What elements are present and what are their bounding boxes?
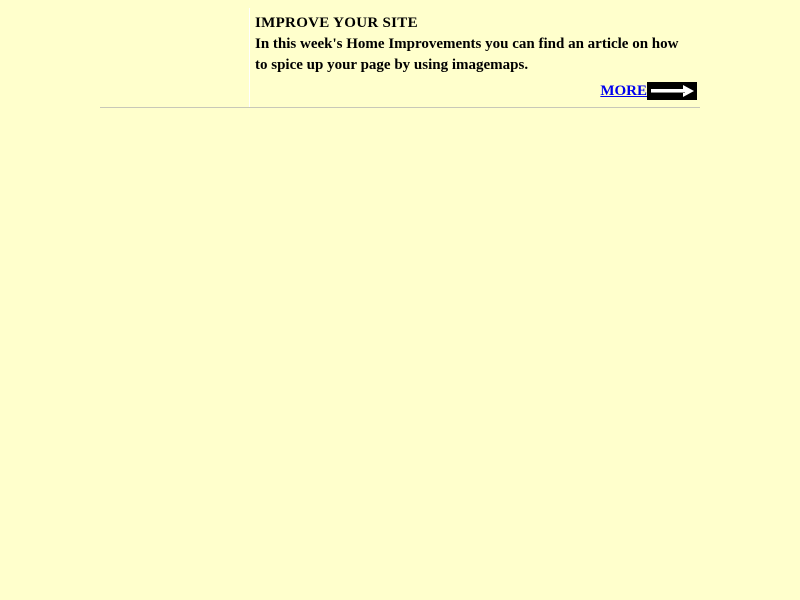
- promo-heading: IMPROVE YOUR SITE: [255, 15, 418, 31]
- promo-spacer-cell: [100, 8, 250, 107]
- promo-table: IMPROVE YOUR SITE In this week's Home Im…: [100, 8, 700, 108]
- promo-body-text: In this week's Home Improvements you can…: [255, 36, 679, 73]
- arrow-right-icon[interactable]: [647, 82, 697, 100]
- promo-content-cell: IMPROVE YOUR SITE In this week's Home Im…: [250, 8, 700, 107]
- more-link[interactable]: MORE: [600, 82, 647, 100]
- more-row: MORE: [600, 82, 697, 100]
